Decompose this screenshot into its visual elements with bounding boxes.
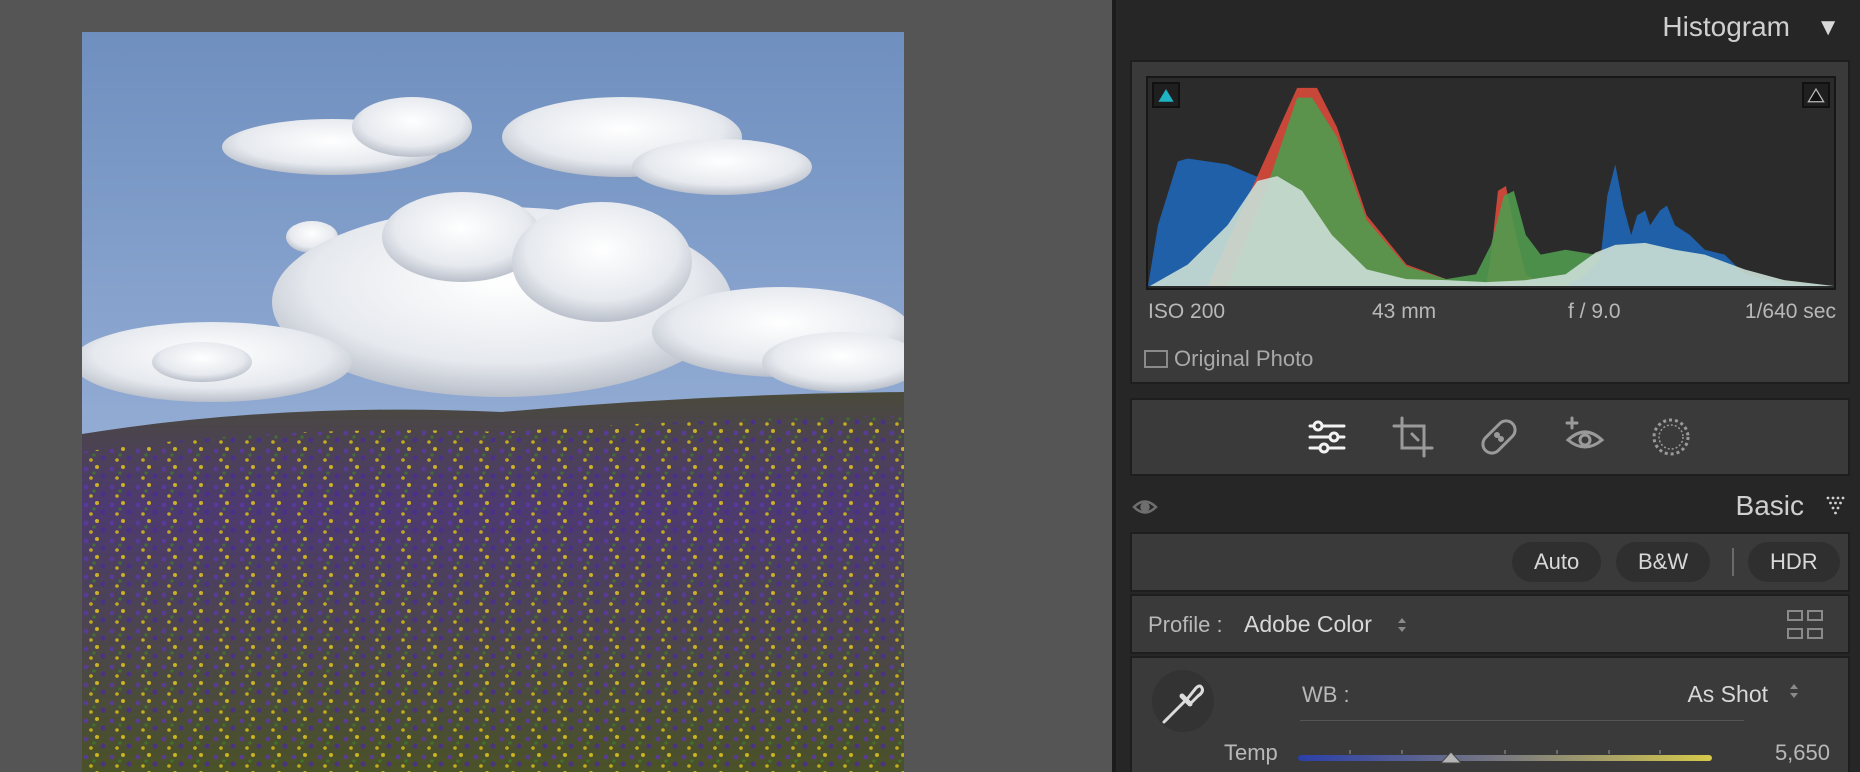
original-photo-checkbox[interactable]: Original Photo — [1144, 346, 1313, 372]
edit-sliders-icon[interactable] — [1304, 414, 1350, 460]
right-panel: Histogram ▼ ISO 200 43 mm f / 9.0 1/640 … — [1116, 0, 1860, 772]
profile-row: Profile : Adobe Color — [1130, 594, 1850, 654]
histogram-title: Histogram — [1662, 11, 1790, 42]
temp-label: Temp — [1224, 740, 1278, 765]
temp-slider[interactable] — [1298, 750, 1712, 766]
image-canvas[interactable] — [0, 0, 1112, 772]
red-eye-icon[interactable] — [1562, 414, 1608, 460]
eye-icon[interactable] — [1132, 496, 1158, 518]
shutter-value: 1/640 sec — [1744, 300, 1836, 323]
wb-label: WB : — [1302, 682, 1350, 707]
exif-info: ISO 200 43 mm f / 9.0 1/640 sec — [1148, 300, 1836, 330]
wb-select[interactable]: As Shot — [1687, 681, 1768, 708]
profile-label: Profile : — [1148, 612, 1223, 637]
auto-buttons-row: Auto B&W HDR — [1130, 532, 1850, 592]
aperture-value: f / 9.0 — [1568, 300, 1621, 323]
photo-preview[interactable] — [82, 32, 904, 772]
profile-chevron-updown-icon[interactable] — [1396, 614, 1408, 636]
hdr-button[interactable]: HDR — [1748, 542, 1840, 582]
separator — [1732, 548, 1734, 576]
crop-icon[interactable] — [1390, 414, 1436, 460]
profile-browser-grid-icon[interactable] — [1786, 608, 1824, 642]
white-balance-section: WB : As Shot Temp 5,650 — [1130, 656, 1850, 772]
tool-strip — [1130, 398, 1850, 476]
checkbox-icon[interactable] — [1144, 350, 1168, 368]
histogram-header[interactable]: Histogram ▼ — [1116, 0, 1860, 58]
focal-length-value: 43 mm — [1372, 300, 1437, 323]
collapse-triangle-icon[interactable]: ▼ — [1816, 14, 1840, 42]
iso-value: ISO 200 — [1148, 300, 1226, 323]
original-photo-label: Original Photo — [1174, 346, 1314, 371]
basic-title: Basic — [1735, 490, 1804, 521]
wb-chevron-updown-icon[interactable] — [1788, 680, 1800, 702]
lightroom-develop-view: Histogram ▼ ISO 200 43 mm f / 9.0 1/640 … — [0, 0, 1860, 772]
shadow-clipping-icon[interactable] — [1152, 82, 1180, 108]
temp-value[interactable]: 5,650 — [1775, 740, 1830, 766]
solo-mode-triangle-icon[interactable] — [1826, 496, 1846, 516]
eyedropper-icon[interactable] — [1152, 670, 1214, 732]
profile-select[interactable]: Adobe Color — [1244, 611, 1372, 638]
wb-divider — [1300, 720, 1744, 721]
masking-icon[interactable] — [1648, 414, 1694, 460]
healing-icon[interactable] — [1476, 414, 1522, 460]
highlight-clipping-icon[interactable] — [1802, 82, 1830, 108]
basic-header[interactable]: Basic — [1116, 486, 1860, 530]
histogram-panel: ISO 200 43 mm f / 9.0 1/640 sec Original… — [1130, 60, 1850, 384]
auto-button[interactable]: Auto — [1512, 542, 1602, 582]
histogram-graph[interactable] — [1146, 76, 1836, 290]
bw-button[interactable]: B&W — [1616, 542, 1711, 582]
